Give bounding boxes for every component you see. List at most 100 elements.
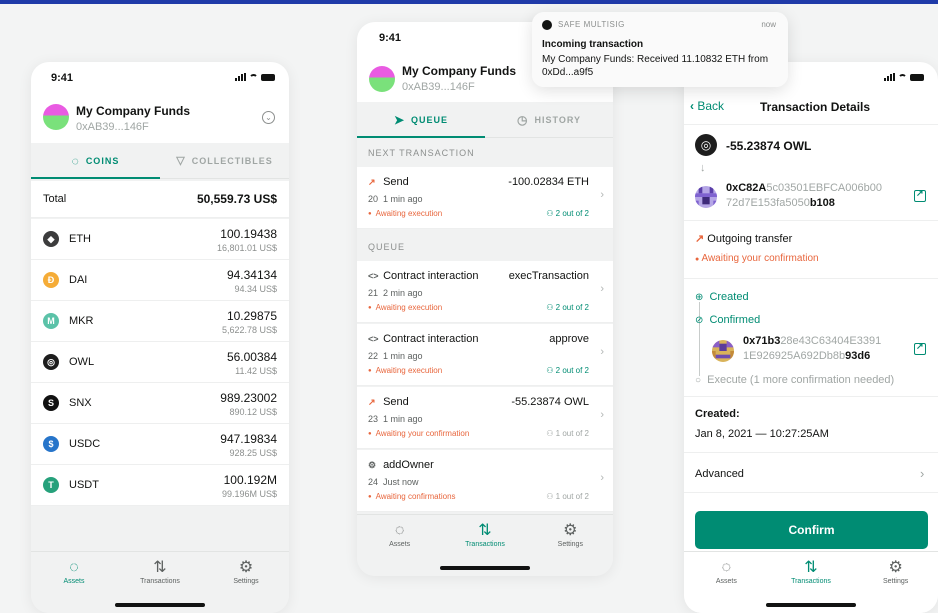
check-circle-icon: ⊘ <box>695 315 704 326</box>
send-icon: ➤ <box>393 112 406 127</box>
transaction-nonce: 21 <box>368 288 379 298</box>
nav-assets-label: Assets <box>715 578 737 585</box>
tab-collectibles[interactable]: ▽ COLLECTIBLES <box>160 143 289 178</box>
confirmation-count: ⚇ 2 out of 2 <box>546 303 589 312</box>
tab-coins[interactable]: ◌ COINS <box>31 143 160 179</box>
transaction-tabs: ➤ QUEUE ◷ HISTORY <box>357 102 613 138</box>
nav-settings[interactable]: ⚙ Settings <box>211 552 281 613</box>
coin-row[interactable]: ◎ OWL 56.00384 11.42 US$ <box>31 342 289 383</box>
safe-address: 0xAB39...146F <box>402 81 475 93</box>
coin-balance: 989.23002 <box>220 391 277 405</box>
push-notification[interactable]: SAFE MULTISIG now Incoming transaction M… <box>532 12 788 87</box>
nav-transactions-label: Transactions <box>465 541 505 548</box>
battery-icon <box>261 74 275 81</box>
battery-icon <box>910 74 924 81</box>
transaction-meta: 21 2 min ago <box>368 288 423 298</box>
safe-name[interactable]: My Company Funds <box>402 64 516 78</box>
chevron-right-icon: › <box>600 283 604 295</box>
transaction-nonce: 24 <box>368 477 379 487</box>
transaction-row[interactable]: ↗ Send -100.02834 ETH 20 1 min ago Awaiting… <box>357 167 613 229</box>
divider <box>684 492 938 493</box>
coin-symbol: SNX <box>69 397 92 409</box>
transactions-phone: 9:41 My Company Funds 0xAB39...146F ➤ QU… <box>357 22 613 576</box>
confirmation-count-label: 2 out of 2 <box>555 209 589 218</box>
nav-settings[interactable]: ⚙ Settings <box>861 552 931 613</box>
transactions-icon: ⇅ <box>804 559 818 576</box>
coin-row[interactable]: $ USDC 947.19834 928.25 US$ <box>31 424 289 465</box>
nav-transactions-label: Transactions <box>140 578 180 585</box>
tab-queue[interactable]: ➤ QUEUE <box>357 102 485 138</box>
notification-title: Incoming transaction <box>542 39 644 50</box>
safe-avatar[interactable] <box>43 104 69 130</box>
divider <box>684 452 938 453</box>
total-label: Total <box>43 193 67 205</box>
nav-assets[interactable]: ◌ Assets <box>39 552 109 613</box>
asset-tabs: ◌ COINS ▽ COLLECTIBLES <box>31 143 289 179</box>
coin-symbol: DAI <box>69 274 88 286</box>
assets-icon: ◌ <box>394 522 405 539</box>
usdc-icon: $ <box>43 436 59 452</box>
back-button[interactable]: ‹ Back <box>690 99 724 113</box>
code-icon: <> <box>368 334 379 344</box>
chevron-down-icon[interactable]: ⌄ <box>262 111 275 124</box>
transaction-meta: 24 Just now <box>368 477 419 487</box>
nav-assets[interactable]: ◌ Assets <box>691 552 761 613</box>
transaction-title-label: Contract interaction <box>383 270 479 282</box>
nav-assets[interactable]: ◌ Assets <box>365 515 435 576</box>
settings-icon: ⚙ <box>238 559 254 576</box>
safe-name[interactable]: My Company Funds <box>76 104 190 118</box>
owners-icon: ⚇ <box>546 209 554 218</box>
signer-address[interactable]: 0x71b328e43C63404E3391 1E926925A692Db8b9… <box>743 334 881 364</box>
coin-row[interactable]: T USDT 100.192M 99.196M US$ <box>31 465 289 506</box>
transaction-meta: 20 1 min ago <box>368 194 423 204</box>
transaction-row[interactable]: ↗ Send -55.23874 OWL 23 1 min ago Awaiting … <box>357 387 613 449</box>
nav-settings[interactable]: ⚙ Settings <box>535 515 605 576</box>
transaction-row[interactable]: <> Contract interaction execTransaction 21… <box>357 261 613 323</box>
transaction-row[interactable]: <> Contract interaction approve 22 1 min a… <box>357 324 613 386</box>
signer-address-middle: 28e43C63404E3391 <box>780 335 882 347</box>
safe-avatar[interactable] <box>369 66 395 92</box>
confirmation-count: ⚇ 2 out of 2 <box>546 209 589 218</box>
notification-body: My Company Funds: Received 11.10832 ETH … <box>542 54 769 78</box>
signer-address-prefix: 0x71b3 <box>743 335 781 347</box>
confirm-button[interactable]: Confirm <box>695 511 928 549</box>
tab-history[interactable]: ◷ HISTORY <box>485 102 613 137</box>
transaction-value: approve <box>549 333 589 345</box>
external-link-icon[interactable] <box>914 188 926 202</box>
nav-transactions-label: Transactions <box>791 578 831 585</box>
confirmation-count-label: 1 out of 2 <box>555 492 589 501</box>
nav-settings-label: Settings <box>233 578 259 585</box>
recipient-address-prefix: 0xC82A <box>726 182 767 194</box>
transaction-nonce: 23 <box>368 414 379 424</box>
transactions-icon: ⇅ <box>478 522 492 539</box>
owners-icon: ⚇ <box>546 492 554 501</box>
signer-address-line2: 1E926925A692Db8b <box>743 350 846 362</box>
chevron-right-icon[interactable]: › <box>920 466 924 481</box>
recipient-address[interactable]: 0xC82A5c03501EBFCA006b00 72d7E153fa5050b… <box>726 181 882 211</box>
coin-row[interactable]: Ð DAI 94.34134 94.34 US$ <box>31 260 289 301</box>
coin-balance: 94.34134 <box>226 268 277 282</box>
advanced-row[interactable]: Advanced <box>695 468 744 480</box>
transaction-status: Awaiting your confirmation <box>368 429 470 438</box>
coin-row[interactable]: ◆ ETH 100.19438 16,801.01 US$ <box>31 219 289 260</box>
transaction-row[interactable]: ⚙ addOwner 24 Just now Awaiting confirmati… <box>357 450 613 512</box>
signal-icon <box>235 73 246 81</box>
transaction-details-phone: ‹ Back Transaction Details ◎ -55.23874 O… <box>684 62 938 613</box>
coin-fiat-value: 928.25 US$ <box>229 448 277 458</box>
transaction-value: -100.02834 ETH <box>508 176 589 188</box>
coin-row[interactable]: M MKR 10.29875 5,622.78 US$ <box>31 301 289 342</box>
arrow-down-icon: ↓ <box>700 162 706 174</box>
safe-header: 9:41 My Company Funds 0xAB39...146F ⌄ <box>31 62 289 148</box>
wifi-icon <box>898 74 907 81</box>
owl-icon: ◎ <box>43 354 59 370</box>
diamond-icon: ▽ <box>176 155 186 167</box>
coin-balance: 947.19834 <box>220 432 277 446</box>
synthetix-icon: S <box>43 395 59 411</box>
transfer-type-label: Outgoing transfer <box>707 233 793 245</box>
coin-row[interactable]: S SNX 989.23002 890.12 US$ <box>31 383 289 424</box>
coin-fiat-value: 94.34 US$ <box>234 284 277 294</box>
external-link-icon[interactable] <box>914 341 926 355</box>
coin-fiat-value: 99.196M US$ <box>221 489 277 499</box>
transaction-value: execTransaction <box>508 270 589 282</box>
dai-icon: Ð <box>43 272 59 288</box>
